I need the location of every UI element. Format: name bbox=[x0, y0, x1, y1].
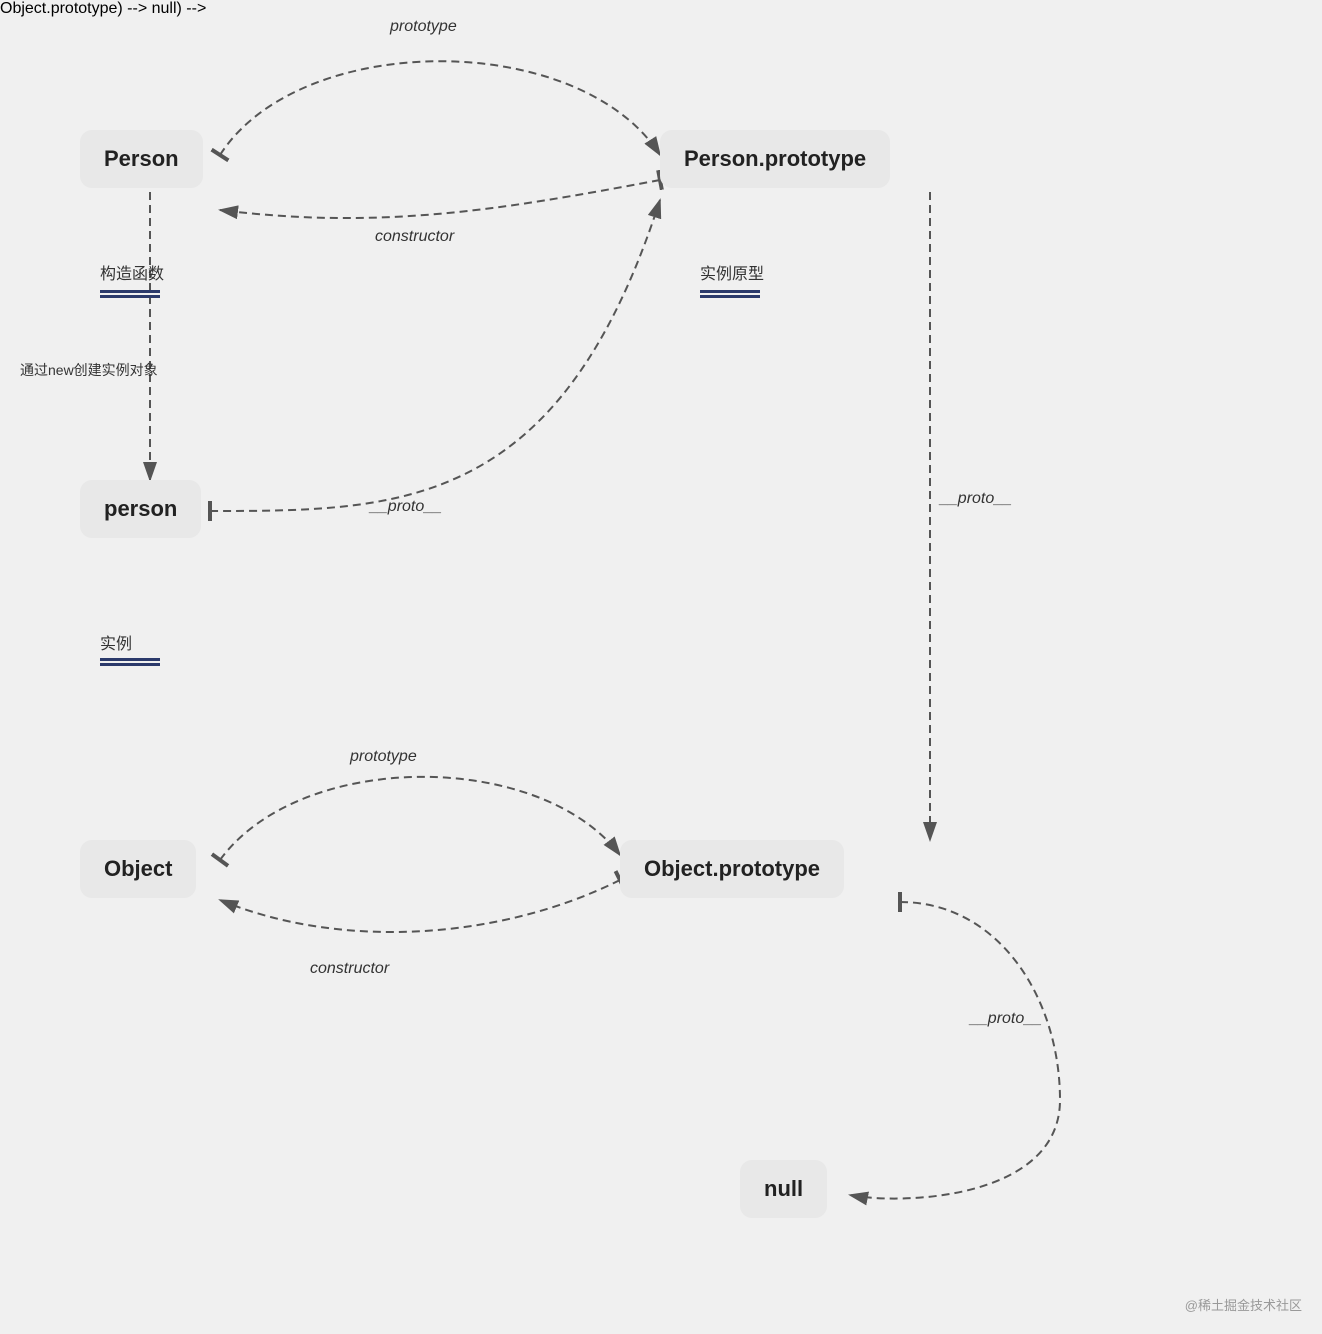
object-constructor-node: Object bbox=[80, 840, 196, 898]
constructor-bottom-label: constructor bbox=[310, 960, 389, 978]
shili-yuanxing-label: 实例原型 bbox=[700, 260, 764, 284]
double-line-shili bbox=[100, 658, 160, 666]
prototype-top-label: prototype bbox=[390, 18, 457, 36]
diagram: Person.prototype (prototype label) --> P… bbox=[0, 0, 1322, 1334]
null-node: null bbox=[740, 1160, 827, 1218]
tongguo-new-label: 通过new创建实例对象 bbox=[20, 360, 158, 380]
double-line-instance-proto bbox=[700, 290, 760, 298]
person-constructor-node: Person bbox=[80, 130, 203, 188]
proto-mid-label: __proto__ bbox=[370, 498, 442, 516]
proto-right-label: __proto__ bbox=[940, 490, 1012, 508]
double-line-constructor bbox=[100, 290, 160, 298]
arrows-svg: Person.prototype (prototype label) --> P… bbox=[0, 0, 1322, 1334]
shili-label: 实例 bbox=[100, 630, 132, 654]
watermark: @稀土掘金技术社区 bbox=[1185, 1295, 1302, 1314]
person-instance-node: person bbox=[80, 480, 201, 538]
constructor-top-label: constructor bbox=[375, 228, 454, 246]
object-prototype-node: Object.prototype bbox=[620, 840, 844, 898]
proto-null-label: __proto__ bbox=[970, 1010, 1042, 1028]
person-prototype-node: Person.prototype bbox=[660, 130, 890, 188]
prototype-bottom-label: prototype bbox=[350, 748, 417, 766]
gouzao-hanshu-label: 构造函数 bbox=[100, 260, 164, 284]
